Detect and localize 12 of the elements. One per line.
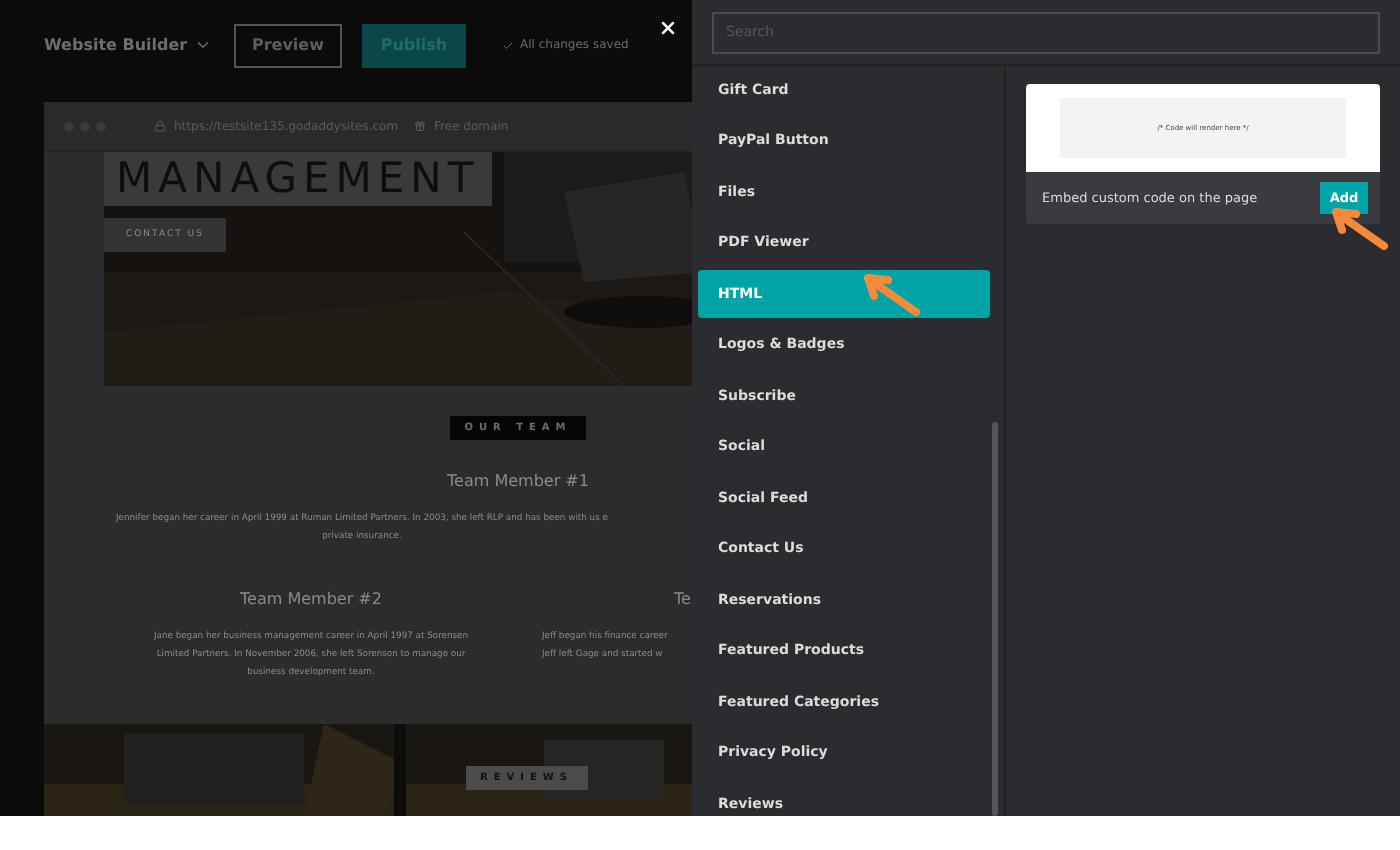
member-name: Te (674, 590, 691, 608)
arrow-icon (864, 272, 920, 316)
check-icon (502, 39, 514, 51)
member-name: Team Member #2 (240, 590, 382, 608)
chevron-down-icon (193, 36, 212, 54)
brand-menu[interactable]: Website Builder (44, 36, 214, 54)
close-icon[interactable] (658, 18, 678, 38)
scrollbar[interactable] (992, 422, 998, 816)
lock-icon (154, 120, 166, 132)
arrow-icon (1332, 206, 1388, 250)
gift-icon (414, 120, 427, 132)
member-name: Team Member #1 (447, 472, 589, 490)
